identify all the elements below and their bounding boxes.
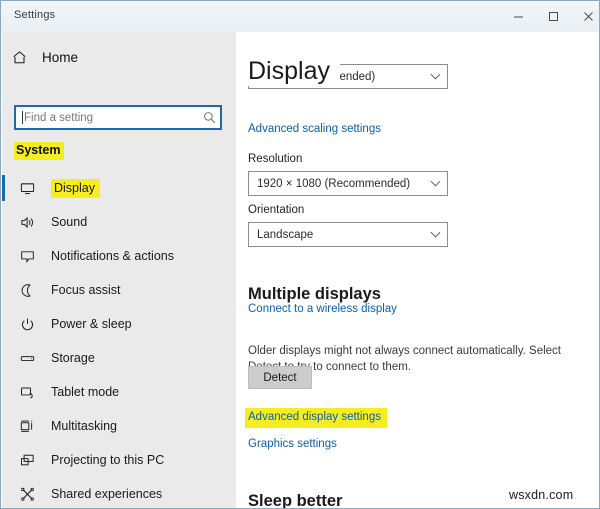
- advanced-display-settings-link[interactable]: Advanced display settings: [245, 408, 387, 428]
- search-icon[interactable]: [198, 111, 220, 124]
- detect-button[interactable]: Detect: [248, 366, 312, 389]
- sidebar-item-label: Power & sleep: [51, 317, 132, 331]
- sidebar-item-tablet-mode[interactable]: Tablet mode: [2, 375, 236, 409]
- sidebar-item-shared-experiences[interactable]: Shared experiences: [2, 477, 236, 508]
- page-title: Display: [248, 55, 340, 86]
- selection-indicator: [2, 481, 5, 507]
- selection-indicator: [2, 243, 5, 269]
- orientation-dropdown[interactable]: Landscape: [248, 222, 448, 247]
- tablet-icon: [10, 385, 44, 400]
- sidebar-item-power-sleep[interactable]: Power & sleep: [2, 307, 236, 341]
- project-screen-icon: [10, 453, 44, 468]
- chevron-down-icon: [423, 179, 447, 188]
- share-nodes-icon: [10, 487, 44, 502]
- graphics-settings-link[interactable]: Graphics settings: [248, 437, 337, 452]
- sidebar-item-label: Multitasking: [51, 419, 117, 433]
- chat-bubble-icon: [10, 249, 44, 264]
- sidebar-item-label: Storage: [51, 351, 95, 365]
- selection-indicator: [2, 311, 5, 337]
- selection-indicator: [2, 447, 5, 473]
- main-content: 100% (Recommended) Display Advanced scal…: [236, 32, 599, 509]
- scrollbar-track[interactable]: [593, 32, 599, 508]
- connect-wireless-display-link[interactable]: Connect to a wireless display: [248, 302, 397, 317]
- multiple-displays-heading: Multiple displays: [248, 284, 381, 303]
- selection-indicator: [2, 209, 5, 235]
- sidebar: Home System Display: [2, 32, 236, 508]
- sidebar-item-label: Notifications & actions: [51, 249, 174, 263]
- drive-icon: [10, 351, 44, 366]
- search-input[interactable]: [23, 108, 198, 127]
- resolution-label: Resolution: [248, 153, 303, 165]
- watermark: wsxdn.com: [509, 488, 574, 502]
- sidebar-item-label: Shared experiences: [51, 487, 163, 501]
- title-bar: Settings: [1, 1, 599, 32]
- window-title: Settings: [14, 9, 56, 21]
- selection-indicator: [2, 379, 5, 405]
- monitor-icon: [10, 181, 44, 196]
- selection-indicator: [2, 413, 5, 439]
- search-box[interactable]: [14, 105, 222, 130]
- sidebar-item-notifications[interactable]: Notifications & actions: [2, 239, 236, 273]
- sleep-better-heading: Sleep better: [248, 491, 343, 509]
- orientation-value: Landscape: [257, 228, 314, 241]
- sidebar-item-storage[interactable]: Storage: [2, 341, 236, 375]
- sidebar-group-system[interactable]: System: [14, 142, 65, 160]
- maximize-button[interactable]: [536, 1, 570, 31]
- moon-icon: [10, 283, 44, 298]
- close-button[interactable]: [571, 1, 599, 31]
- power-icon: [10, 317, 44, 332]
- selection-indicator: [2, 175, 5, 201]
- sidebar-item-label: Sound: [51, 215, 88, 229]
- selection-indicator: [2, 345, 5, 371]
- minimize-button[interactable]: [501, 1, 535, 31]
- multitasking-icon: [10, 419, 44, 434]
- sidebar-item-label: Display: [51, 178, 100, 198]
- advanced-scaling-settings-link[interactable]: Advanced scaling settings: [248, 122, 381, 137]
- resolution-value: 1920 × 1080 (Recommended): [257, 177, 411, 190]
- sidebar-item-projecting[interactable]: Projecting to this PC: [2, 443, 236, 477]
- sidebar-item-focus-assist[interactable]: Focus assist: [2, 273, 236, 307]
- sidebar-item-label: Tablet mode: [51, 385, 120, 399]
- selection-indicator: [2, 277, 5, 303]
- minimize-icon: [513, 16, 523, 17]
- sidebar-item-multitasking[interactable]: Multitasking: [2, 409, 236, 443]
- sidebar-item-display[interactable]: Display: [2, 171, 236, 205]
- sidebar-item-label: Focus assist: [51, 283, 121, 297]
- sidebar-item-home[interactable]: Home: [2, 42, 236, 72]
- sidebar-item-sound[interactable]: Sound: [2, 205, 236, 239]
- orientation-label: Orientation: [248, 204, 305, 216]
- settings-window: Settings Home Find a setting System Disp…: [0, 0, 600, 509]
- chevron-down-icon: [423, 72, 447, 81]
- sidebar-home-label: Home: [42, 49, 79, 65]
- close-icon: [583, 11, 593, 21]
- sidebar-item-label: Projecting to this PC: [51, 453, 165, 467]
- speaker-icon: [10, 215, 44, 230]
- resolution-dropdown[interactable]: 1920 × 1080 (Recommended): [248, 171, 448, 196]
- chevron-down-icon: [423, 230, 447, 239]
- home-icon: [2, 50, 36, 65]
- maximize-icon: [548, 11, 558, 21]
